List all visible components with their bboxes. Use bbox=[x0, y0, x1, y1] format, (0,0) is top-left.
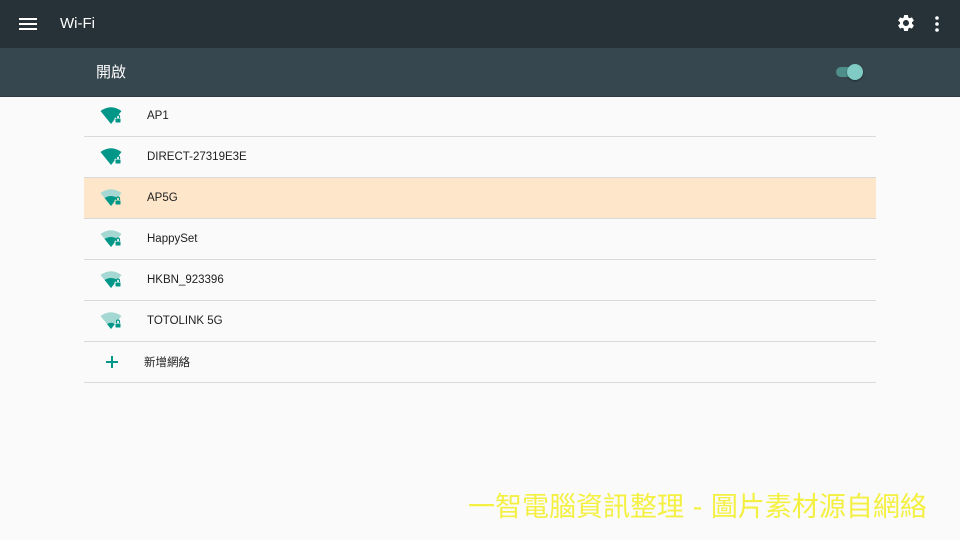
hamburger-menu-icon[interactable] bbox=[16, 12, 40, 36]
network-row-direct-27319e3e[interactable]: DIRECT-27319E3E bbox=[84, 137, 876, 178]
network-ssid: AP1 bbox=[147, 110, 169, 122]
wifi-signal-locked-icon bbox=[100, 107, 122, 124]
network-row-hkbn-923396[interactable]: HKBN_923396 bbox=[84, 260, 876, 301]
network-ssid: HKBN_923396 bbox=[147, 274, 224, 286]
network-ssid: TOTOLINK 5G bbox=[147, 315, 223, 327]
wifi-switch-label: 開啟 bbox=[96, 63, 127, 81]
add-network-label: 新增網絡 bbox=[144, 355, 190, 369]
wifi-signal-locked-icon bbox=[100, 312, 122, 329]
network-list: AP1 DIRECT-27319E3E AP5G HappySet HKBN_9… bbox=[84, 96, 876, 383]
wifi-signal-locked-icon bbox=[100, 148, 122, 165]
network-row-ap1[interactable]: AP1 bbox=[84, 96, 876, 137]
add-network-row[interactable]: 新增網絡 bbox=[84, 342, 876, 383]
toggle-thumb bbox=[847, 64, 863, 80]
network-ssid: DIRECT-27319E3E bbox=[147, 151, 247, 163]
watermark-text: 一智電腦資訊整理 - 圖片素材源自網絡 bbox=[468, 492, 927, 523]
gear-icon[interactable] bbox=[896, 13, 916, 33]
network-row-happyset[interactable]: HappySet bbox=[84, 219, 876, 260]
wifi-signal-locked-icon bbox=[100, 189, 122, 206]
wifi-toggle-switch[interactable] bbox=[834, 64, 864, 80]
more-vert-icon[interactable] bbox=[928, 14, 946, 34]
wifi-switch-bar: 開啟 bbox=[0, 48, 960, 97]
network-ssid: HappySet bbox=[147, 233, 198, 245]
network-row-ap5g[interactable]: AP5G bbox=[84, 178, 876, 219]
network-row-totolink-5g[interactable]: TOTOLINK 5G bbox=[84, 301, 876, 342]
plus-icon bbox=[106, 356, 118, 368]
page-title: Wi-Fi bbox=[60, 15, 95, 32]
wifi-signal-locked-icon bbox=[100, 271, 122, 288]
app-bar: Wi-Fi bbox=[0, 0, 960, 48]
wifi-signal-locked-icon bbox=[100, 230, 122, 247]
network-ssid: AP5G bbox=[147, 192, 178, 204]
